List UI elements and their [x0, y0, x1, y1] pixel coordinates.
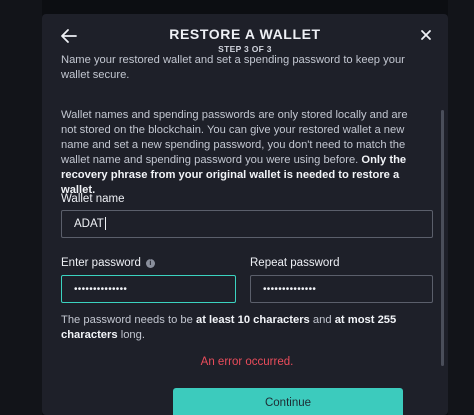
backdrop-right — [448, 0, 474, 415]
wallet-name-value: ADAT — [74, 218, 104, 230]
description-plain: Wallet names and spending passwords are … — [61, 109, 408, 166]
intro-text: Name your restored wallet and set a spen… — [61, 54, 405, 81]
repeat-password-input[interactable]: •••••••••••••• — [250, 275, 433, 303]
repeat-password-label: Repeat password — [250, 257, 340, 269]
repeat-password-value: •••••••••••••• — [263, 284, 317, 295]
info-icon[interactable]: i — [145, 259, 155, 268]
hint-part-2: and — [309, 314, 335, 326]
scrollbar-thumb[interactable] — [441, 110, 444, 366]
hint-part-1: The password needs to be — [61, 314, 196, 326]
close-icon — [421, 30, 431, 40]
enter-password-input[interactable]: •••••••••••••• — [61, 275, 236, 303]
enter-password-label: Enter password — [61, 257, 141, 269]
enter-password-value: •••••••••••••• — [74, 284, 128, 295]
dialog-title: RESTORE A WALLET — [169, 26, 321, 42]
hint-part-3: long. — [117, 329, 145, 341]
error-message: An error occurred. — [200, 356, 294, 368]
description-text: Wallet names and spending passwords are … — [61, 108, 425, 198]
restore-wallet-dialog: RESTORE A WALLET STEP 3 OF 3 Name your r… — [42, 14, 448, 415]
hint-bold-1: at least 10 characters — [195, 314, 310, 326]
wallet-name-label: Wallet name — [61, 193, 125, 205]
password-hint: The password needs to be at least 10 cha… — [61, 313, 433, 343]
close-button[interactable] — [417, 26, 435, 44]
wallet-name-input[interactable]: ADAT — [61, 210, 433, 238]
backdrop-left — [0, 0, 42, 415]
continue-button[interactable]: Continue — [173, 388, 403, 415]
text-caret — [104, 217, 106, 231]
dialog-content[interactable]: Name your restored wallet and set a spen… — [61, 52, 433, 415]
enter-password-label-row: Enter password i — [61, 256, 155, 271]
